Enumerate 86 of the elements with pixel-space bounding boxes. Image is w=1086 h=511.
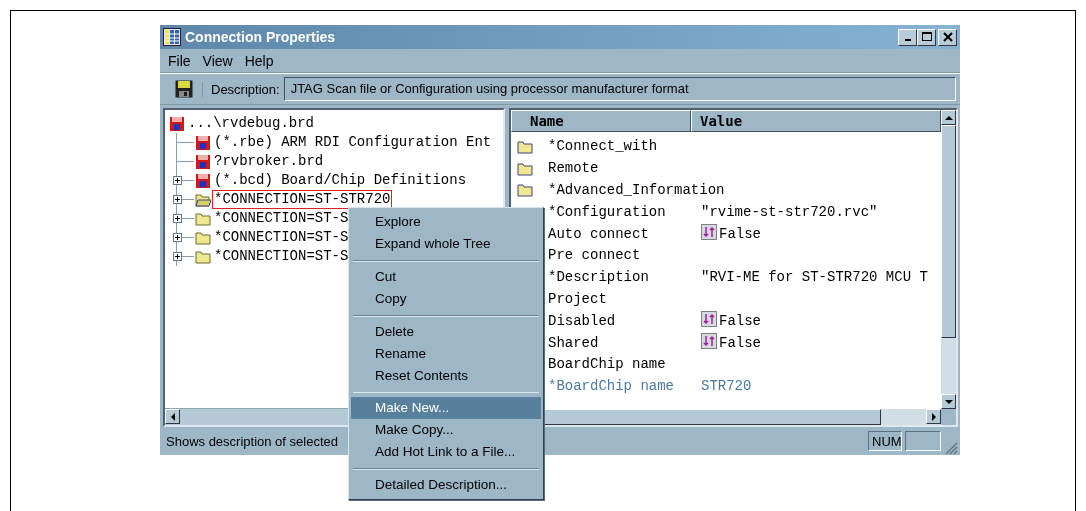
property-name[interactable]: *Description (548, 268, 701, 288)
folder-icon (517, 139, 533, 154)
property-value: "RVI-ME for ST-STR720 MCU T (701, 268, 928, 288)
minimize-icon (904, 39, 911, 41)
context-menu-item[interactable]: Copy (351, 287, 541, 310)
context-menu-item[interactable]: Explore (351, 211, 541, 233)
file-icon (195, 134, 211, 151)
folder-icon (517, 161, 533, 176)
tree-item[interactable]: ...\rvdebug.brd (186, 114, 317, 133)
status-text: Shows description of selected (166, 433, 339, 449)
property-value: False (719, 333, 761, 353)
up-arrow-icon (944, 114, 953, 121)
context-menu-item[interactable]: Add Hot Link to a File... (351, 441, 541, 464)
maximize-button[interactable] (917, 28, 936, 46)
close-button[interactable] (938, 28, 957, 46)
num-lock-indicator: NUM (868, 431, 902, 451)
folder-icon (195, 248, 211, 265)
description-field[interactable]: JTAG Scan file or Configuration using processor manufacturer format (283, 77, 956, 101)
expand-icon[interactable] (173, 195, 182, 204)
expand-icon[interactable] (173, 252, 182, 261)
context-menu-item[interactable]: Cut (351, 265, 541, 288)
context-menu-item[interactable]: Delete (351, 320, 541, 343)
property-value: False (719, 311, 761, 331)
scroll-down-button[interactable] (941, 394, 956, 409)
property-name[interactable]: *Configuration (548, 202, 701, 222)
property-name[interactable]: Remote (548, 159, 701, 179)
folder-icon (195, 229, 211, 246)
file-icon (195, 172, 211, 189)
property-name[interactable]: *BoardChip name (548, 377, 701, 397)
column-header[interactable]: Name (511, 110, 691, 132)
toggle-icon[interactable] (701, 333, 717, 350)
property-name[interactable]: Shared (548, 333, 701, 353)
context-menu-item[interactable]: Make New... (351, 397, 541, 420)
property-name[interactable]: *Connect_with (548, 137, 701, 157)
left-arrow-icon (169, 412, 176, 421)
description-label: Description: (202, 81, 280, 97)
property-name[interactable]: Project (548, 289, 701, 309)
resize-grip-icon[interactable] (944, 441, 958, 455)
expand-icon[interactable] (173, 176, 182, 185)
column-header[interactable]: Value (691, 110, 941, 132)
tree-item[interactable]: *CONNECTION=ST-S (212, 228, 351, 247)
scroll-left-button[interactable] (165, 409, 180, 424)
context-menu-item[interactable]: Rename (351, 342, 541, 365)
scroll-thumb[interactable] (941, 125, 956, 338)
context-menu-item[interactable]: Detailed Description... (351, 474, 541, 496)
property-value: "rvime-st-str720.rvc" (701, 202, 878, 222)
close-icon (942, 32, 953, 42)
save-button[interactable] (174, 79, 194, 99)
app-icon (163, 28, 181, 46)
property-value: STR720 (701, 377, 752, 397)
tree-item[interactable]: *CONNECTION=ST-S (212, 209, 351, 228)
context-menu-item[interactable]: Expand whole Tree (351, 233, 541, 255)
property-name[interactable]: Auto connect (548, 224, 701, 244)
menu-item[interactable]: File (162, 52, 197, 69)
folder-icon (517, 183, 533, 198)
expand-icon[interactable] (173, 214, 182, 223)
down-arrow-icon (944, 398, 953, 405)
scrollbar-corner (941, 409, 956, 425)
open-folder-icon (195, 191, 211, 208)
toggle-icon[interactable] (701, 224, 717, 241)
vertical-scrollbar[interactable] (941, 110, 956, 409)
property-name[interactable]: Disabled (548, 311, 701, 331)
property-value: False (719, 224, 761, 244)
property-name[interactable]: BoardChip name (548, 355, 701, 375)
property-name[interactable]: Pre connect (548, 246, 701, 266)
tree-item[interactable]: (*.rbe) ARM RDI Configuration Ent (212, 133, 494, 152)
maximize-icon (921, 32, 932, 42)
scroll-up-button[interactable] (941, 110, 956, 125)
context-menu-item[interactable]: Make Copy... (351, 419, 541, 442)
minimize-button[interactable] (898, 28, 917, 46)
tree-item[interactable]: *CONNECTION=ST-S (212, 247, 351, 266)
window-title: Connection Properties (185, 29, 337, 45)
file-icon (169, 115, 185, 132)
file-icon (195, 153, 211, 170)
tree-item[interactable]: ?rvbroker.brd (212, 152, 326, 171)
right-arrow-icon (930, 412, 937, 421)
menu-item[interactable]: View (196, 52, 239, 69)
toggle-icon[interactable] (701, 311, 717, 328)
tree-item[interactable]: (*.bcd) Board/Chip Definitions (212, 171, 469, 190)
menu-item[interactable]: Help (238, 52, 280, 69)
folder-icon (195, 210, 211, 227)
expand-icon[interactable] (173, 233, 182, 242)
scroll-right-button[interactable] (926, 409, 941, 424)
status-panel (905, 431, 941, 451)
context-menu-item[interactable]: Reset Contents (351, 364, 541, 387)
property-name[interactable]: *Advanced_Information (548, 181, 725, 200)
